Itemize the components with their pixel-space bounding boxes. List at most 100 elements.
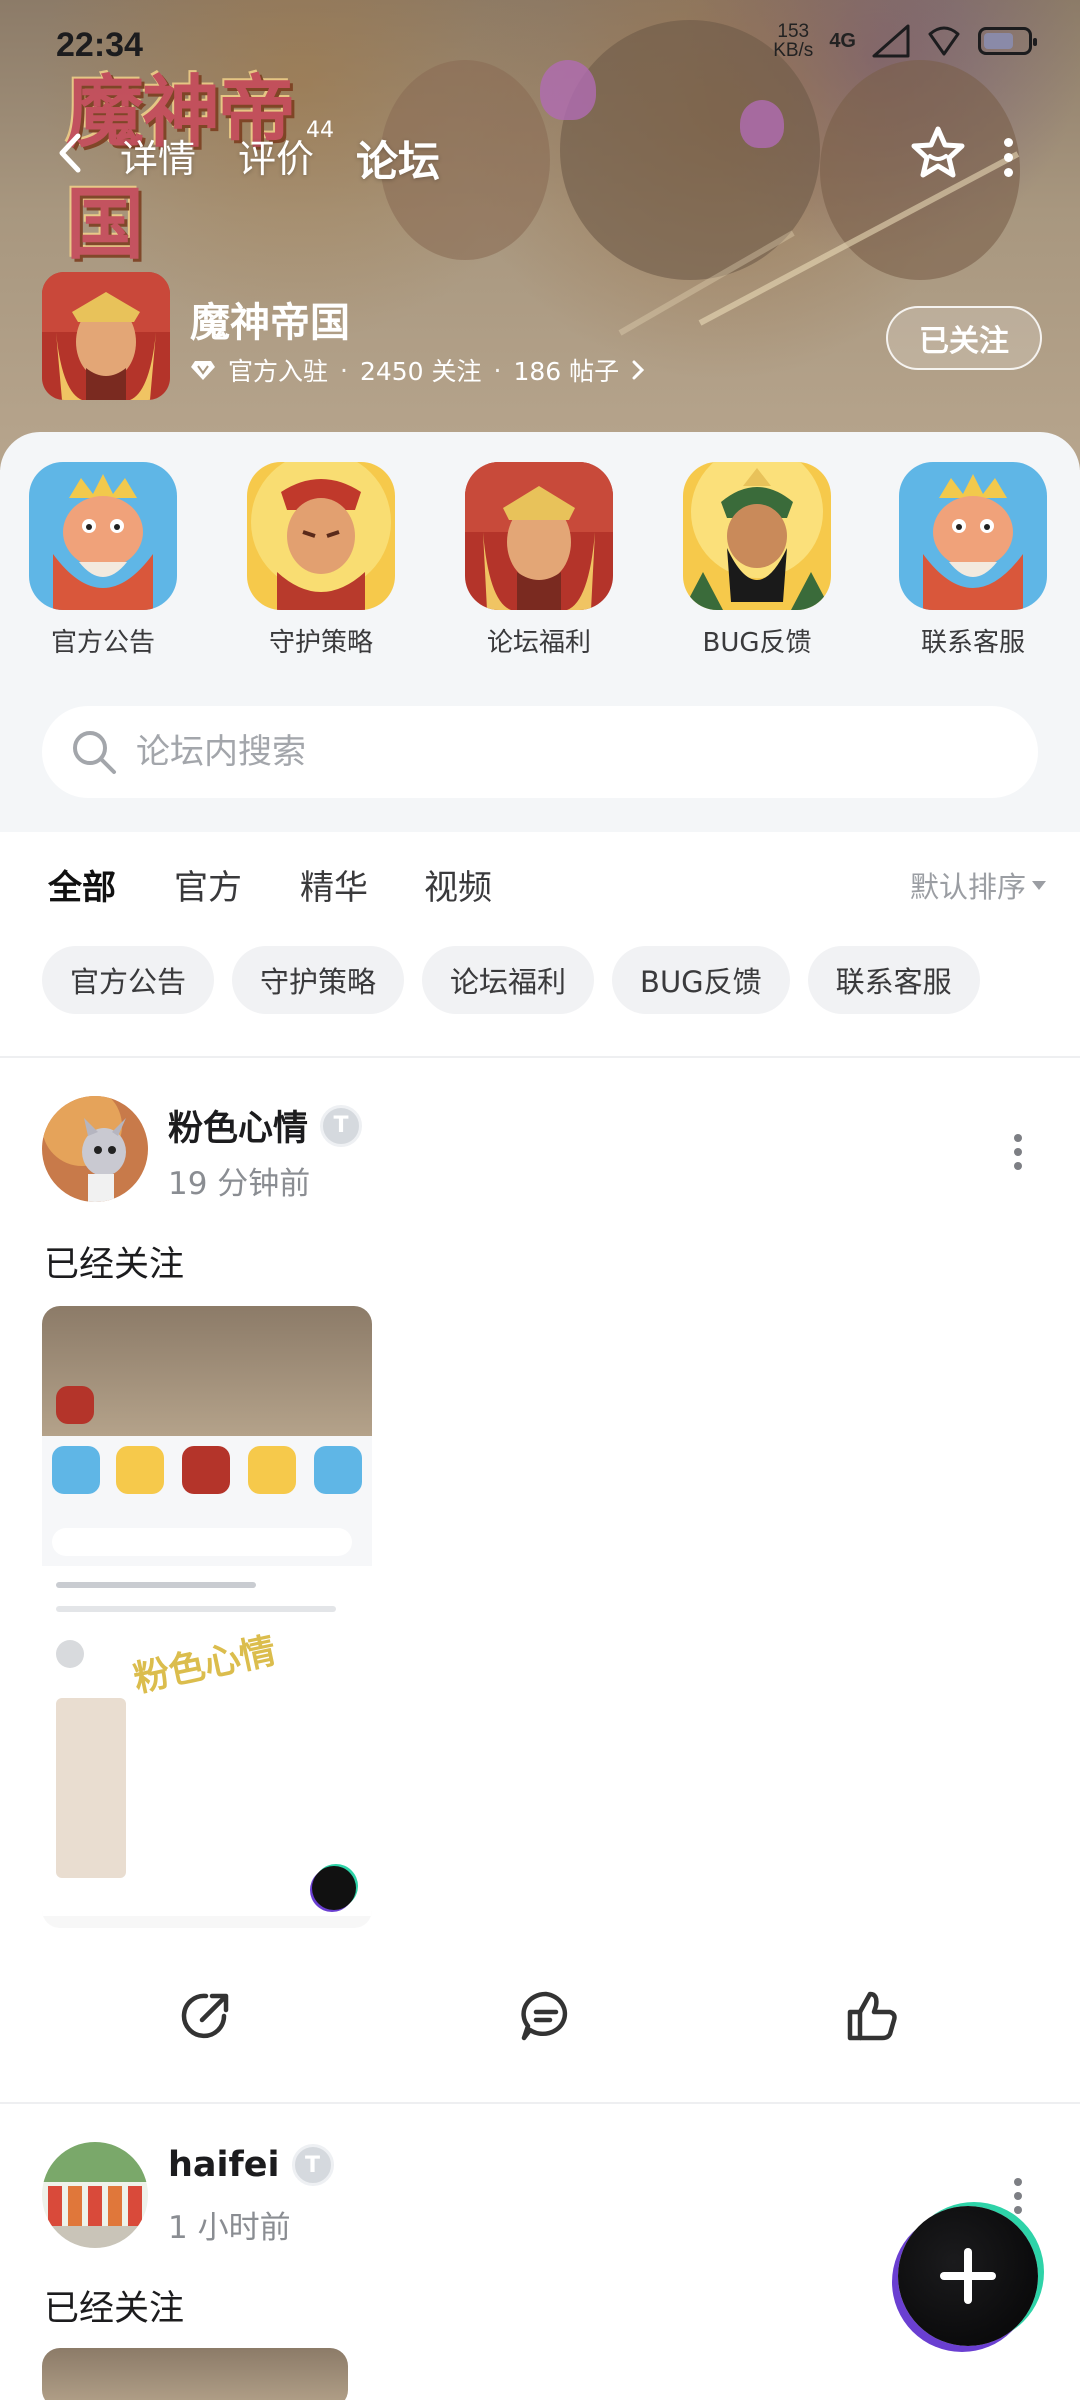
net-speed-unit: KB/s bbox=[773, 40, 814, 61]
category-forum-benefits[interactable]: 论坛福利 bbox=[464, 462, 614, 659]
game-app-icon bbox=[42, 272, 170, 400]
mini-general-icon bbox=[248, 1446, 296, 1494]
sort-dropdown[interactable]: 默认排序 bbox=[910, 864, 1046, 906]
game-name: 魔神帝国 bbox=[190, 300, 350, 346]
search-icon bbox=[73, 731, 116, 774]
mini-warrior-icon bbox=[116, 1446, 164, 1494]
post-text: 已经关注 bbox=[44, 1245, 185, 1285]
wifi-icon bbox=[928, 26, 960, 56]
author-name: haifei bbox=[168, 2145, 280, 2185]
filter-tab-all[interactable]: 全部 bbox=[48, 860, 116, 915]
category-label: 论坛福利 bbox=[486, 628, 591, 658]
filter-tab-official[interactable]: 官方 bbox=[174, 860, 242, 909]
mini-chips bbox=[56, 1606, 336, 1612]
author-name: 粉色心情 bbox=[168, 1109, 309, 1149]
game-info: 魔神帝国 官方入驻 · 2450 关注 · 186 帖子 已关注 bbox=[42, 272, 1042, 402]
net-speed-value: 153 bbox=[777, 21, 810, 42]
post-author[interactable]: haifei T bbox=[168, 2144, 334, 2186]
signal-4g-icon: 4G bbox=[829, 29, 856, 52]
mini-search bbox=[52, 1528, 352, 1556]
post-text: 已经关注 bbox=[44, 2289, 185, 2329]
warrior-icon bbox=[247, 462, 395, 610]
mini-app-icon bbox=[56, 1386, 94, 1424]
post-actions bbox=[0, 1976, 1080, 2056]
category-customer-service[interactable]: 联系客服 bbox=[898, 462, 1048, 659]
mini-post-image bbox=[56, 1698, 126, 1878]
top-nav: 详情 评价 44 论坛 bbox=[0, 118, 1080, 191]
chip-bug-feedback[interactable]: BUG反馈 bbox=[612, 946, 790, 1014]
battery-icon bbox=[978, 27, 1037, 55]
post-image-screenshot[interactable] bbox=[42, 2348, 348, 2400]
signal-bars-icon bbox=[872, 24, 910, 58]
more-options-icon[interactable] bbox=[1012, 2178, 1024, 2214]
game-meta: 官方入驻 · 2450 关注 · 186 帖子 bbox=[190, 352, 645, 388]
category-official-announcements[interactable]: 官方公告 bbox=[28, 462, 178, 659]
status-bar: 22:34 153 KB/s 4G bbox=[0, 0, 1080, 90]
category-bug-feedback[interactable]: BUG反馈 bbox=[682, 462, 832, 659]
level-badge: T bbox=[320, 1104, 363, 1147]
general-icon bbox=[683, 462, 831, 610]
reviews-count-badge: 44 bbox=[306, 118, 334, 143]
post-divider bbox=[0, 2102, 1080, 2104]
status-time: 22:34 bbox=[56, 26, 143, 64]
share-icon[interactable] bbox=[176, 1986, 236, 2046]
avatar[interactable] bbox=[42, 2142, 148, 2248]
status-icons: 153 KB/s 4G bbox=[773, 22, 1037, 60]
like-icon[interactable] bbox=[842, 1986, 902, 2046]
category-label: 守护策略 bbox=[268, 628, 373, 658]
chip-official-announcements[interactable]: 官方公告 bbox=[42, 946, 215, 1014]
mini-avatar bbox=[56, 1640, 84, 1668]
more-options-icon[interactable] bbox=[1002, 138, 1014, 177]
tag-chips: 官方公告 守护策略 论坛福利 BUG反馈 联系客服 bbox=[42, 946, 980, 1014]
favorite-star-icon[interactable] bbox=[908, 124, 968, 184]
filter-tab-featured[interactable]: 精华 bbox=[300, 860, 368, 909]
king-icon bbox=[29, 462, 177, 610]
post-time: 19 分钟前 bbox=[168, 1166, 311, 1202]
back-arrow-icon[interactable] bbox=[50, 128, 90, 178]
follow-button[interactable]: 已关注 bbox=[886, 306, 1042, 370]
search-input[interactable] bbox=[136, 706, 996, 798]
post-author[interactable]: 粉色心情 T bbox=[168, 1100, 363, 1151]
sort-label: 默认排序 bbox=[909, 870, 1026, 904]
meta-separator: · bbox=[493, 355, 502, 385]
mini-hero-icon bbox=[182, 1446, 230, 1494]
category-label: BUG反馈 bbox=[702, 628, 812, 658]
posts-count[interactable]: 186 帖子 bbox=[514, 352, 620, 388]
post-image-screenshot[interactable]: 粉色心情 bbox=[42, 1306, 372, 1928]
caret-down-icon bbox=[1032, 880, 1046, 890]
mini-tabs bbox=[56, 1582, 256, 1588]
avatar[interactable] bbox=[42, 1096, 148, 1202]
mini-header bbox=[42, 2348, 348, 2400]
create-post-button[interactable] bbox=[898, 2206, 1038, 2346]
tab-reviews[interactable]: 评价 bbox=[238, 128, 314, 183]
post-card[interactable]: 粉色心情 T 19 分钟前 已经关注 粉色心情 bbox=[0, 1096, 1080, 2096]
hero-icon bbox=[465, 462, 613, 610]
chevron-right-icon bbox=[632, 360, 645, 380]
king-icon bbox=[899, 462, 1047, 610]
comment-icon[interactable] bbox=[516, 1986, 576, 2046]
level-badge: T bbox=[291, 2144, 334, 2186]
more-options-icon[interactable] bbox=[1012, 1134, 1024, 1170]
category-panel: 官方公告 守护策略 论坛福利 BUG反馈 联系客服 论坛内搜索 bbox=[0, 432, 1080, 832]
filter-tabs: 全部 官方 精华 视频 默认排序 bbox=[0, 832, 1080, 932]
official-label: 官方入驻 bbox=[228, 357, 329, 386]
mini-king-icon bbox=[52, 1446, 100, 1494]
post-time: 1 小时前 bbox=[168, 2210, 291, 2246]
chip-defense-strategy[interactable]: 守护策略 bbox=[232, 946, 405, 1014]
diamond-icon bbox=[191, 361, 215, 380]
forum-header: 魔神帝国 22:34 153 KB/s 4G 详情 评价 44 论坛 魔神帝国 … bbox=[0, 0, 1080, 470]
mini-fab bbox=[312, 1866, 356, 1910]
followers-count: 2450 关注 bbox=[359, 357, 482, 386]
category-defense-strategy[interactable]: 守护策略 bbox=[246, 462, 396, 659]
net-speed: 153 KB/s bbox=[773, 22, 813, 60]
forum-search-box[interactable] bbox=[42, 706, 1038, 798]
category-row: 官方公告 守护策略 论坛福利 BUG反馈 联系客服 bbox=[0, 462, 1080, 662]
chip-forum-benefits[interactable]: 论坛福利 bbox=[422, 946, 595, 1014]
category-label: 联系客服 bbox=[920, 628, 1025, 658]
chip-customer-service[interactable]: 联系客服 bbox=[807, 946, 980, 1014]
filter-tab-video[interactable]: 视频 bbox=[424, 860, 492, 909]
mini-king-icon bbox=[314, 1446, 362, 1494]
tab-forum[interactable]: 论坛 bbox=[356, 128, 441, 191]
meta-separator: · bbox=[340, 355, 348, 385]
tab-details[interactable]: 详情 bbox=[120, 128, 196, 183]
